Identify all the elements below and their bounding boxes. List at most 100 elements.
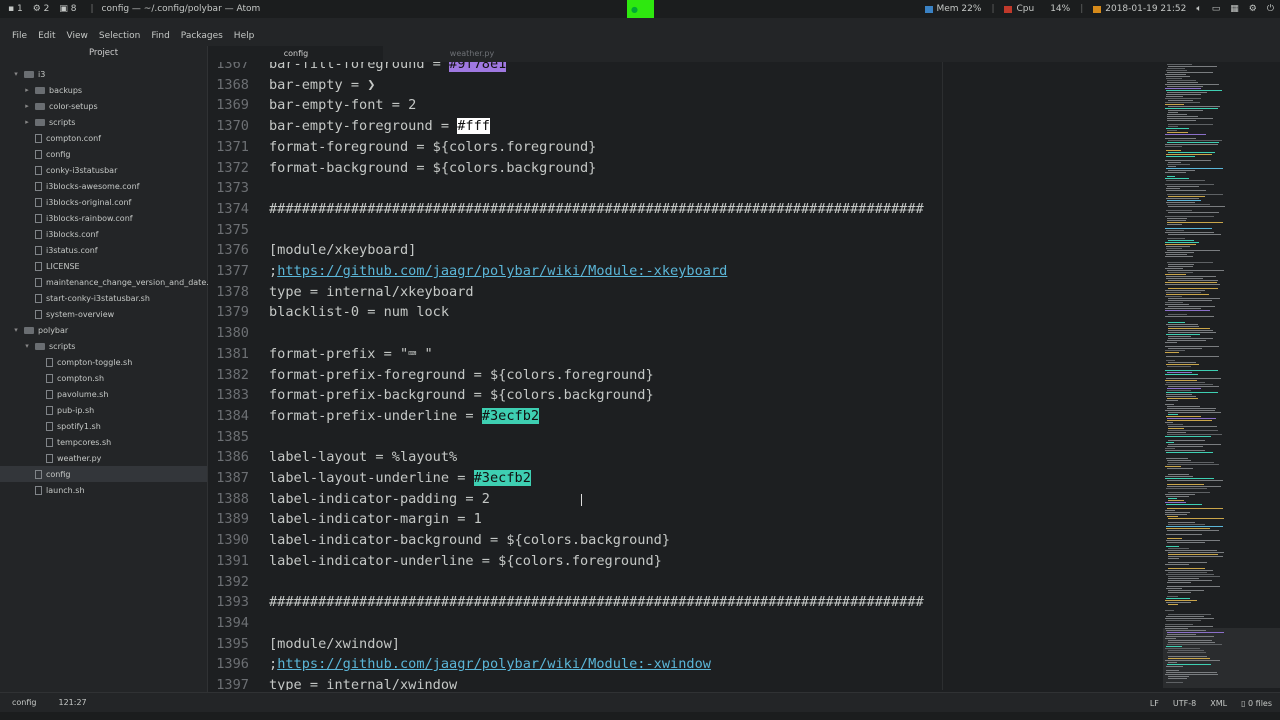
minimap-line: [1165, 374, 1198, 375]
tree-item[interactable]: ▾ scripts: [0, 338, 75, 354]
menu-help[interactable]: Help: [234, 31, 255, 41]
tree-item[interactable]: start-conky-i3statusbar.sh: [0, 290, 150, 306]
status-file[interactable]: config: [12, 698, 36, 707]
tree-item[interactable]: maintenance_change_version_and_date.sh: [0, 274, 218, 290]
code-line[interactable]: format-foreground = ${colors.foreground}: [269, 139, 596, 155]
code-line[interactable]: [module/xwindow]: [269, 636, 400, 652]
minimap-line: [1167, 218, 1187, 219]
status-line-ending[interactable]: LF: [1150, 699, 1159, 708]
code-line[interactable]: ########################################…: [269, 594, 924, 610]
code-text: ########################################…: [269, 594, 924, 611]
code-line[interactable]: label-indicator-background = ${colors.ba…: [269, 532, 670, 548]
tree-item[interactable]: ▸ scripts: [0, 114, 75, 130]
minimap-line: [1166, 230, 1184, 231]
tree-item[interactable]: i3blocks-awesome.conf: [0, 178, 139, 194]
status-cursor-position[interactable]: 121:27: [58, 698, 86, 707]
code-line[interactable]: [module/xkeyboard]: [269, 242, 416, 258]
tree-item-label: LICENSE: [46, 261, 80, 271]
tree-item[interactable]: system-overview: [0, 306, 114, 322]
tab-weather-py[interactable]: weather.py: [385, 46, 559, 62]
menu-packages[interactable]: Packages: [181, 31, 223, 41]
file-icon: [35, 165, 42, 175]
chevron-right-icon[interactable]: ▸: [23, 86, 31, 94]
chevron-down-icon[interactable]: ▾: [12, 70, 20, 78]
tree-item[interactable]: pub-ip.sh: [0, 402, 94, 418]
code-line[interactable]: label-layout-underline = #3ecfb2: [269, 470, 531, 486]
tree-item[interactable]: compton-toggle.sh: [0, 354, 132, 370]
code-line[interactable]: ;https://github.com/jaagr/polybar/wiki/M…: [269, 263, 727, 279]
tray-badge[interactable]: ●: [627, 0, 654, 18]
tree-item[interactable]: pavolume.sh: [0, 386, 108, 402]
tree-item[interactable]: weather.py: [0, 450, 101, 466]
tree-item[interactable]: compton.sh: [0, 370, 104, 386]
tree-item[interactable]: tempcores.sh: [0, 434, 111, 450]
tree-item[interactable]: ▸ backups: [0, 82, 82, 98]
volume-icon[interactable]: 🔈︎: [1196, 4, 1201, 14]
network-icon[interactable]: ▦: [1230, 4, 1239, 14]
code-editor[interactable]: 1367 bar-fill-foreground = #9f78e1 1368 bar…: [209, 62, 1163, 690]
code-line[interactable]: format-background = ${colors.background}: [269, 160, 596, 176]
display-icon[interactable]: ▭: [1212, 4, 1221, 14]
minimap-line: [1166, 78, 1182, 79]
code-line[interactable]: label-indicator-padding = 2: [269, 491, 490, 507]
tree-item[interactable]: spotify1.sh: [0, 418, 101, 434]
tree-item[interactable]: LICENSE: [0, 258, 80, 274]
tree-item[interactable]: i3blocks.conf: [0, 226, 98, 242]
code-line[interactable]: bar-empty-font = 2: [269, 97, 416, 113]
tree-item[interactable]: ▸ color-setups: [0, 98, 97, 114]
tree-item[interactable]: compton.conf: [0, 130, 101, 146]
code-line[interactable]: format-prefix = "⌨ ": [269, 346, 433, 362]
code-link[interactable]: https://github.com/jaagr/polybar/wiki/Mo…: [277, 263, 727, 279]
menu-file[interactable]: File: [12, 31, 27, 41]
status-encoding[interactable]: UTF-8: [1173, 699, 1196, 708]
menu-edit[interactable]: Edit: [38, 31, 55, 41]
code-line[interactable]: format-prefix-foreground = ${colors.fore…: [269, 367, 654, 383]
tree-item[interactable]: conky-i3statusbar: [0, 162, 117, 178]
minimap-line: [1167, 508, 1223, 509]
menu-selection[interactable]: Selection: [99, 31, 140, 41]
tree-item[interactable]: launch.sh: [0, 482, 85, 498]
code-line[interactable]: ########################################…: [269, 201, 924, 217]
workspace-2[interactable]: ⚙ 2: [33, 4, 50, 14]
chevron-down-icon[interactable]: ▾: [23, 342, 31, 350]
tree-item[interactable]: ▾ i3: [0, 66, 45, 82]
code-line[interactable]: label-layout = %layout%: [269, 449, 457, 465]
workspace-8[interactable]: ▣ 8: [59, 4, 76, 14]
code-line[interactable]: label-indicator-underline = ${colors.for…: [269, 553, 662, 569]
code-line[interactable]: type = internal/xwindow: [269, 677, 457, 690]
chevron-right-icon[interactable]: ▸: [23, 102, 31, 110]
tree-item[interactable]: config: [0, 466, 207, 482]
code-line[interactable]: format-prefix-underline = #3ecfb2: [269, 407, 540, 424]
code-text: label-indicator-margin = 1: [269, 511, 482, 528]
menu-find[interactable]: Find: [151, 31, 169, 41]
code-line[interactable]: ;https://github.com/jaagr/polybar/wiki/M…: [269, 656, 711, 672]
status-git[interactable]: ▯ 0 files: [1241, 699, 1272, 708]
minimap-line: [1166, 168, 1223, 169]
chevron-right-icon[interactable]: ▸: [23, 118, 31, 126]
chevron-down-icon[interactable]: ▾: [12, 326, 20, 334]
code-line[interactable]: type = internal/xkeyboard: [269, 284, 474, 300]
code-line[interactable]: blacklist-0 = num lock: [269, 304, 449, 320]
gear-icon[interactable]: ⚙: [1249, 4, 1257, 14]
tree-item-label: config: [46, 149, 71, 159]
code-line[interactable]: bar-empty = ❯: [269, 77, 375, 93]
code-line[interactable]: label-indicator-margin = 1: [269, 511, 482, 527]
tree-item[interactable]: i3blocks-original.conf: [0, 194, 131, 210]
workspace-1[interactable]: ▪ 1: [8, 4, 23, 14]
code-link[interactable]: https://github.com/jaagr/polybar/wiki/Mo…: [277, 656, 711, 672]
minimap[interactable]: [1163, 62, 1280, 690]
tree-item-label: config: [46, 469, 71, 479]
code-line[interactable]: format-prefix-background = ${colors.back…: [269, 387, 654, 403]
code-line[interactable]: bar-empty-foreground = #fff: [269, 118, 490, 135]
tree-item[interactable]: i3blocks-rainbow.conf: [0, 210, 133, 226]
tree-item[interactable]: config: [0, 146, 70, 162]
minimap-line: [1167, 516, 1178, 517]
menu-view[interactable]: View: [67, 31, 88, 41]
status-grammar[interactable]: XML: [1210, 699, 1227, 708]
tree-item[interactable]: ▾ polybar: [0, 322, 68, 338]
minimap-line: [1168, 552, 1224, 553]
power-icon[interactable]: ⏻: [1267, 4, 1274, 14]
tree-item[interactable]: i3status.conf: [0, 242, 98, 258]
tab-config[interactable]: config: [209, 46, 383, 62]
code-line[interactable]: bar-fill-foreground = #9f78e1: [269, 62, 507, 72]
